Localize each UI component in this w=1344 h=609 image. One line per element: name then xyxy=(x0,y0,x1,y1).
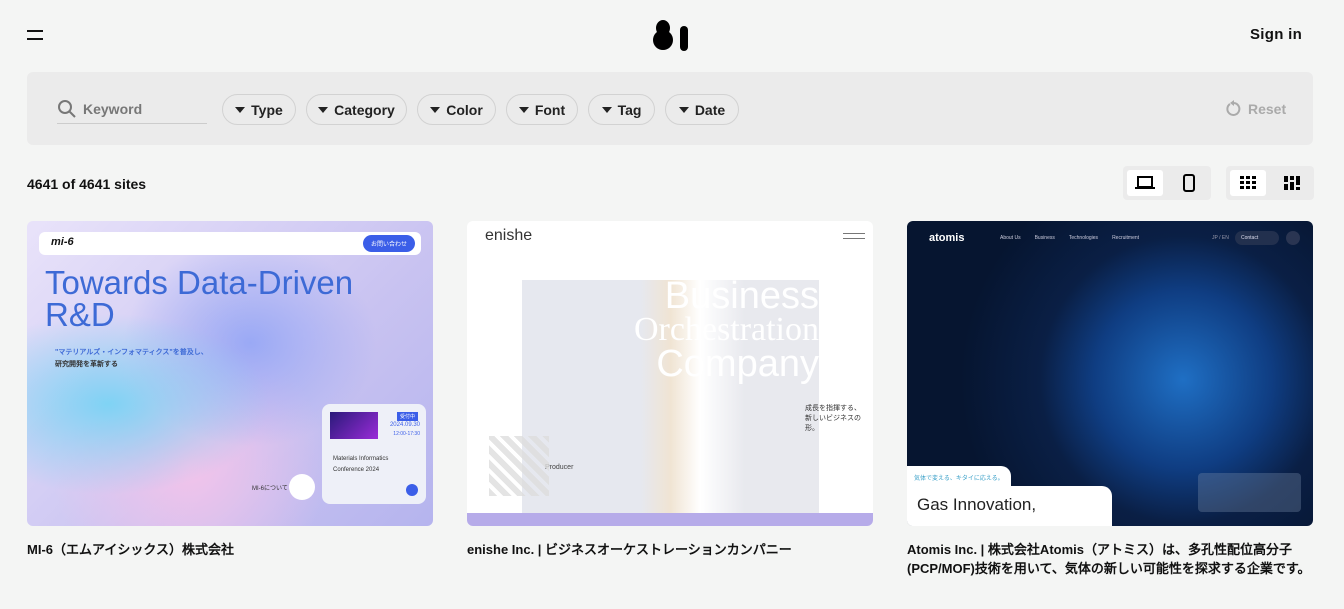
thumb-producer: Producer xyxy=(545,464,574,471)
filter-font[interactable]: Font xyxy=(506,94,578,125)
pill-label: Color xyxy=(446,101,483,118)
reset-button[interactable]: Reset xyxy=(1226,100,1286,117)
grid-icon xyxy=(1240,176,1256,189)
thumb-bottom-bar xyxy=(467,513,873,526)
thumb-logo: enishe xyxy=(485,227,533,244)
reset-icon xyxy=(1226,100,1241,116)
masonry-view-button[interactable] xyxy=(1274,170,1310,196)
sign-in-link[interactable]: Sign in xyxy=(1250,26,1302,43)
site-card[interactable]: mi-6 お問い合わせ Towards Data-Driven R&D "マテリア… xyxy=(27,221,433,559)
masonry-icon xyxy=(1284,176,1300,190)
caret-down-icon xyxy=(518,106,529,113)
thumb-headline: Towards Data-Driven R&D xyxy=(45,264,354,333)
pill-label: Date xyxy=(694,101,726,118)
search-input[interactable] xyxy=(83,101,203,117)
device-toggle xyxy=(1123,166,1211,200)
site-card[interactable]: enishe Business Orchestration Company 成長… xyxy=(467,221,873,559)
caret-down-icon xyxy=(678,106,689,113)
caret-down-icon xyxy=(601,106,612,113)
filter-type[interactable]: Type xyxy=(222,94,296,125)
thumb-cta: お問い合わせ xyxy=(362,235,415,252)
pill-label: Type xyxy=(251,101,283,118)
thumb-logo: mi-6 xyxy=(51,236,74,248)
thumb-menu-icon xyxy=(843,233,865,239)
pill-label: Category xyxy=(334,101,395,118)
site-thumbnail[interactable]: mi-6 お問い合わせ Towards Data-Driven R&D "マテリア… xyxy=(27,221,433,526)
caret-down-icon xyxy=(318,106,329,113)
pill-label: Tag xyxy=(617,101,642,118)
filter-category[interactable]: Category xyxy=(306,94,407,125)
phone-icon xyxy=(1183,174,1195,192)
site-caption[interactable]: enishe Inc. | ビジネスオーケストレーションカンパニー xyxy=(467,540,873,559)
desktop-view-button[interactable] xyxy=(1127,170,1163,196)
thumb-navbar: mi-6 お問い合わせ xyxy=(39,232,421,255)
thumb-tagline: 気体で変える、キタイに応える。 xyxy=(914,476,1004,482)
site-thumbnail[interactable]: atomis About Us Business Technologies Recru… xyxy=(907,221,1313,526)
thumb-about: MI-6について xyxy=(252,486,288,492)
thumb-tagline: 成長を指揮する、 新しいビジネスの形。 xyxy=(805,405,861,432)
thumb-circle-button xyxy=(289,474,315,500)
site-card[interactable]: atomis About Us Business Technologies Recru… xyxy=(907,221,1313,578)
filter-color[interactable]: Color xyxy=(417,94,496,125)
keyword-search[interactable] xyxy=(57,95,207,124)
caret-down-icon xyxy=(235,106,246,113)
site-logo[interactable] xyxy=(652,19,690,51)
filter-bar: Type Category Color Font Tag Date Reset xyxy=(27,72,1313,145)
filter-date[interactable]: Date xyxy=(665,94,739,125)
thumb-logo: atomis xyxy=(929,232,965,244)
thumb-event-card: 受付中 2024.09.30 12:00-17:30 Materials Inf… xyxy=(322,404,426,504)
layout-toggle xyxy=(1226,166,1314,200)
search-icon xyxy=(58,100,76,118)
caret-down-icon xyxy=(430,106,441,113)
thumb-lang: JP / EN xyxy=(1212,235,1229,241)
mobile-view-button[interactable] xyxy=(1171,170,1207,196)
thumb-nav: About Us Business Technologies Recruitment xyxy=(1000,235,1140,241)
thumb-news-card xyxy=(1198,473,1301,512)
site-caption[interactable]: MI-6（エムアイシックス）株式会社 xyxy=(27,540,433,559)
results-count: 4641 of 4641 sites xyxy=(27,176,147,192)
site-thumbnail[interactable]: enishe Business Orchestration Company 成長… xyxy=(467,221,873,526)
hamburger-menu-button[interactable] xyxy=(27,29,43,41)
grid-view-button[interactable] xyxy=(1230,170,1266,196)
thumb-pattern xyxy=(489,436,549,496)
reset-label: Reset xyxy=(1248,100,1287,117)
thumb-contact: Contact xyxy=(1235,231,1279,245)
site-caption[interactable]: Atomis Inc. | 株式会社Atomis（アトミス）は、多孔性配位高分子… xyxy=(907,540,1313,578)
filter-tag[interactable]: Tag xyxy=(588,94,655,125)
thumb-headline: Gas Innovation, xyxy=(917,495,1037,514)
thumb-more-icon xyxy=(1286,231,1300,245)
thumb-headline: Business Orchestration Company xyxy=(633,275,819,385)
thumb-subtext: "マテリアルズ・インフォマティクス"を普及し、 研究開発を革新する xyxy=(55,349,208,368)
pill-label: Font xyxy=(534,101,566,118)
laptop-icon xyxy=(1135,176,1155,189)
